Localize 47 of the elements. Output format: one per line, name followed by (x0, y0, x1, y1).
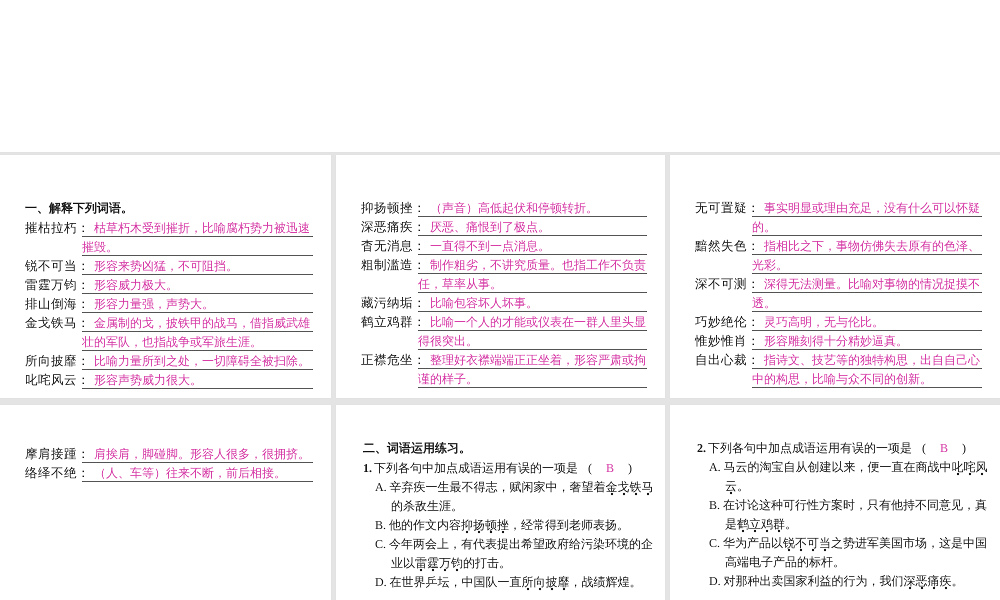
idiom-term: 摩肩接踵： (25, 446, 82, 463)
idiom-term: 锐不可当： (25, 258, 82, 275)
answer-option: D. 对那种出卖国家利益的行为，我们深恶痛疾。 (697, 572, 990, 591)
question-text: 下列各句中加点成语运用有误的一项是 (374, 460, 578, 477)
idiom-term: 抑扬顿挫： (361, 200, 418, 217)
answer-text: B (940, 440, 948, 457)
answer-option: C. 华为产品以锐不可当之势进军美国市场，这是中国高端电子产品的标杆。 (697, 534, 990, 572)
idiom-term: 所向披靡： (25, 353, 82, 370)
answer-text: B (606, 460, 614, 477)
slide-thumbnail[interactable]: 二、词语运用练习。 1. 下列各句中加点成语运用有误的一项是 ( B ) A. 辛弃疾一生最不得志，赋闲家中，奢望着金戈铁马 的杀敌生涯。 B. 他的作文内容抑扬顿挫，经常得到老师表扬。 C. 今年两会上，有代表提出希望政府给污染环境的企业以雷霆万钧的打击。 D. 在世界乒坛，中国队一直所向披靡，战绩辉煌。 (336, 405, 665, 600)
answer-option: C. 今年两会上，有代表提出希望政府给污染环境的企业以雷霆万钧的打击。 (363, 535, 655, 573)
question-number: 1. (363, 460, 372, 477)
idiom-term: 排山倒海： (25, 296, 82, 313)
idiom-term: 深不可测： (695, 276, 752, 293)
slide-thumbnail[interactable]: 一、解释下列词语。 摧枯拉朽： 枯草朽木受到摧折，比喻腐朽势力被迅速摧毁。 锐不可当： 形容来势凶猛，不可阻挡。 雷霆万钧： 形容威力极大。 排山倒海： 形容力量强，声势大。 金戈铁马： 金属制的戈，披铁甲的战马，借指威武雄壮的军队，也指战争或军旅生涯。 所向披靡： 比喻力量所到之处，一切障碍全被扫除。 叱咤风云： 形容声势威力很大。 (0, 155, 331, 398)
idiom-term: 杳无消息： (361, 238, 418, 255)
section-heading: 一、解释下列词语。 (25, 200, 134, 217)
idiom-term: 雷霆万钧： (25, 277, 82, 294)
answer-option: D. 在世界乒坛，中国队一直所向披靡，战绩辉煌。 (363, 573, 655, 592)
question-text: 下列各句中加点成语运用有误的一项是 (708, 440, 912, 457)
slide-thumbnail[interactable]: 抑扬顿挫： （声音）高低起伏和停顿转折。 深恶痛疾： 厌恶、痛恨到了极点。 杳无消息： 一直得不到一点消息。 粗制滥造： 制作粗劣，不讲究质量。也指工作不负责任，草率从事。 藏污纳垢： 比喻包容坏人坏事。 鹤立鸡群： 比喻一个人的才能或仪表在一群人里头显得很突出。 正襟危坐： 整理好衣襟端端正正坐着，形容严肃或拘谨的样子。 (336, 155, 665, 398)
bracket: ( (922, 440, 926, 457)
question-number: 2. (697, 440, 706, 457)
idiom-term: 黯然失色： (695, 238, 752, 255)
idiom-term: 叱咤风云： (25, 372, 82, 389)
slide-thumbnail[interactable]: 2. 下列各句中加点成语运用有误的一项是 ( B ) A. 马云的淘宝自从创建以来，便一直在商战中 叱咤风云。 B. 在讨论这种可行性方案时，只有他持不同意见，真是鹤立鸡群。 C. 华为产品以锐不可当之势进军美国市场，这是中国高端电子产品的标杆。 D. 对那种出卖国家利益的行为，我们深恶痛疾。 (670, 405, 1000, 600)
section-heading: 二、词语运用练习。 (363, 440, 472, 457)
idiom-term: 粗制滥造： (361, 257, 418, 274)
bracket: ( (588, 460, 592, 477)
idiom-term: 自出心裁： (695, 352, 752, 369)
answer-option: B. 他的作文内容抑扬顿挫，经常得到老师表扬。 (363, 516, 655, 535)
slide-thumbnail[interactable]: 无可置疑： 事实明显或理由充足，没有什么可以怀疑的。 黯然失色： 指相比之下，事物仿佛失去原有的色泽、光彩。 深不可测： 深得无法测量。比喻对事物的情况捉摸不透。 巧妙绝伦： 灵巧高明，无与伦比。 惟妙惟肖： 形容雕刻得十分精妙逼真。 自出心裁： 指诗文、技艺等的独特构思，出自自己心中的构思，比喻与众不同的创新。 (670, 155, 1000, 398)
idiom-term: 络绎不绝： (25, 465, 82, 482)
answer-option: B. 在讨论这种可行性方案时，只有他持不同意见，真是鹤立鸡群。 (697, 496, 990, 534)
idiom-term: 深恶痛疾： (361, 219, 418, 236)
idiom-term: 金戈铁马： (25, 315, 82, 332)
idiom-term: 正襟危坐： (361, 352, 418, 369)
idiom-term: 巧妙绝伦： (695, 314, 752, 331)
slide-thumbnail[interactable]: 摩肩接踵： 肩挨肩，脚碰脚。形容人很多，很拥挤。 络绎不绝： （人、车等）往来不断，前后相接。 (0, 405, 331, 600)
answer-option: A. 辛弃疾一生最不得志，赋闲家中，奢望着金戈铁马 的杀敌生涯。 (363, 478, 655, 516)
bracket: ) (962, 440, 966, 457)
idiom-term: 摧枯拉朽： (25, 220, 82, 237)
bracket: ) (628, 460, 632, 477)
idiom-term: 藏污纳垢： (361, 295, 418, 312)
idiom-term: 无可置疑： (695, 200, 752, 217)
idiom-term: 惟妙惟肖： (695, 333, 752, 350)
idiom-term: 鹤立鸡群： (361, 314, 418, 331)
